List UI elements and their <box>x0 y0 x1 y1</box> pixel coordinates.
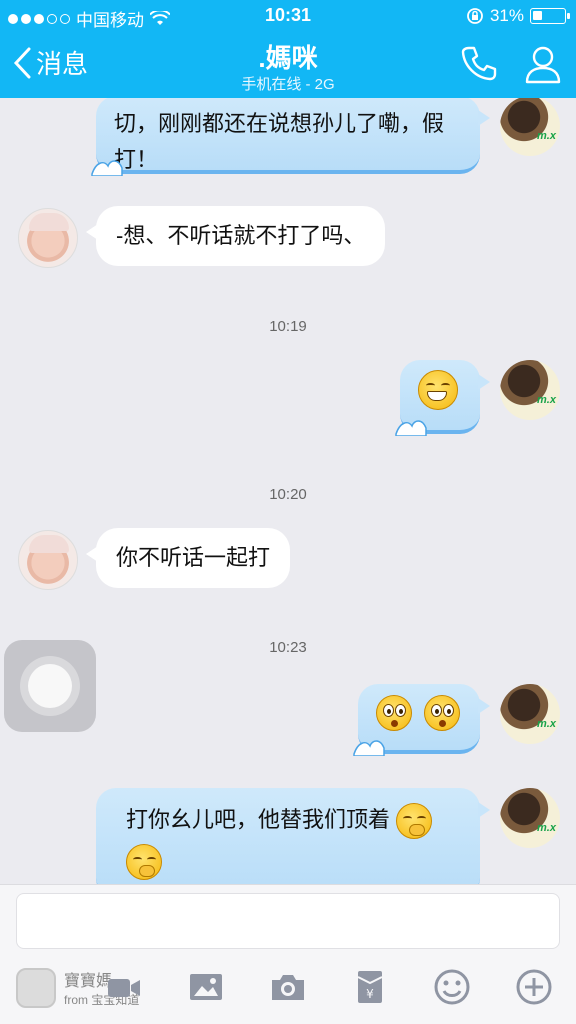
call-button[interactable] <box>460 44 498 87</box>
contact-avatar[interactable] <box>18 208 78 268</box>
message-input[interactable] <box>16 893 560 949</box>
my-avatar[interactable]: m.x <box>500 684 560 744</box>
emoji-button[interactable] <box>432 967 472 1007</box>
phone-icon <box>461 46 497 81</box>
video-button[interactable] <box>104 967 144 1007</box>
top-bar: 中国移动 10:31 31% 消息 .媽咪 手机在线 - 2G <box>0 0 576 98</box>
message-bubble-incoming[interactable]: 你不听话一起打 <box>85 528 291 588</box>
grin-emoji-icon <box>418 370 458 410</box>
battery-percent: 31% <box>489 6 524 25</box>
input-area: 寶寶媽 from 宝宝知道 ¥ <box>0 884 576 1024</box>
timestamp: 10:19 <box>269 318 307 335</box>
battery-icon <box>530 8 570 24</box>
more-button[interactable] <box>514 967 554 1007</box>
image-icon <box>190 974 222 1000</box>
watermark-logo <box>16 967 56 1008</box>
chat-area[interactable]: 切，刚刚都还在说想孙儿了嘞，假打！ m.x -想、不听话就不打了吗、 10:19… <box>0 98 576 884</box>
message-text: -想、不听话就不打了吗、 <box>116 223 366 248</box>
camera-button[interactable] <box>268 967 308 1007</box>
message-text: 你不听话一起打 <box>116 545 271 570</box>
my-avatar[interactable]: m.x <box>500 360 560 420</box>
timestamp: 10:20 <box>269 486 307 503</box>
image-button[interactable] <box>186 967 226 1007</box>
message-text: 切，刚刚都还在说想孙儿了嘞，假打！ <box>114 111 445 172</box>
message-bubble-incoming[interactable]: -想、不听话就不打了吗、 <box>85 206 386 266</box>
message-bubble-outgoing[interactable] <box>353 684 490 756</box>
message-bubble-outgoing[interactable]: 切，刚刚都还在说想孙儿了嘞，假打！ <box>91 98 490 176</box>
plus-circle-icon <box>516 969 552 1005</box>
person-icon <box>525 46 561 84</box>
surprised-emoji-icon <box>376 695 412 732</box>
message-bubble-outgoing[interactable] <box>395 360 490 436</box>
message-bubble-outgoing[interactable]: 打你幺儿吧，他替我们顶着 <box>96 788 490 884</box>
smiley-icon <box>434 969 470 1005</box>
status-bar: 中国移动 10:31 31% <box>0 0 576 32</box>
svg-text:¥: ¥ <box>366 987 374 1001</box>
my-avatar[interactable]: m.x <box>500 788 560 848</box>
video-camera-icon <box>108 979 140 997</box>
red-packet-button[interactable]: ¥ <box>350 967 390 1007</box>
message-text: 打你幺儿吧，他替我们顶着 <box>126 807 391 832</box>
camera-icon <box>272 975 304 1000</box>
shy-emoji-icon <box>126 844 162 881</box>
rotation-lock-icon <box>467 8 483 24</box>
surprised-emoji-icon <box>424 695 461 732</box>
contact-avatar[interactable] <box>18 530 78 590</box>
wave-decoration-icon <box>395 420 427 436</box>
red-packet-icon: ¥ <box>357 971 383 1003</box>
shy-emoji-icon <box>396 803 433 840</box>
wave-decoration-icon <box>91 160 123 176</box>
wave-decoration-icon <box>353 740 385 756</box>
assistive-touch-button[interactable] <box>4 640 96 732</box>
profile-button[interactable] <box>524 44 562 89</box>
my-avatar[interactable]: m.x <box>500 98 560 156</box>
